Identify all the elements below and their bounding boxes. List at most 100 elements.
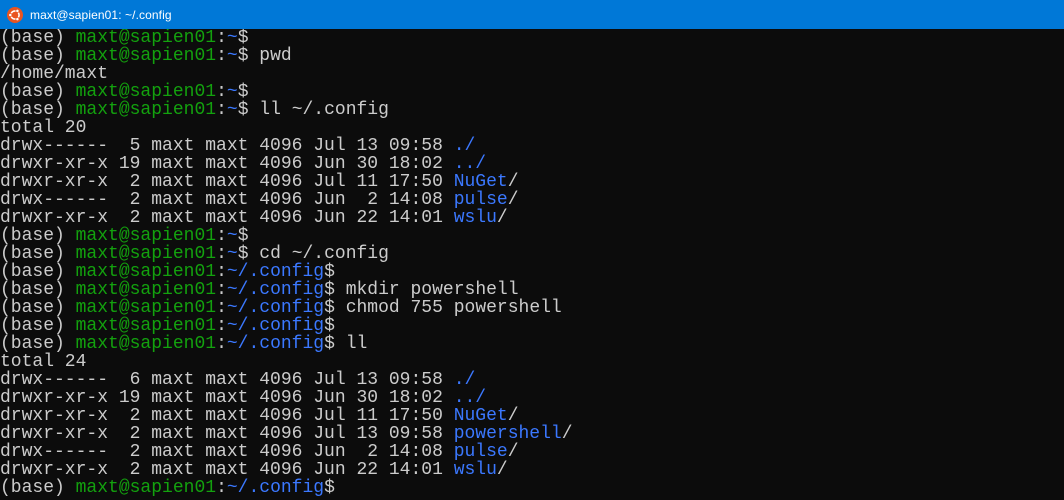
terminal-text-segment: powershell xyxy=(453,424,562,444)
terminal-text-segment: drwx------ 2 maxt maxt 4096 Jun 2 14:08 xyxy=(0,442,454,462)
terminal-line: (base) maxt@sapien01:~$ xyxy=(0,29,1064,47)
terminal-text-segment: : xyxy=(216,316,227,336)
terminal-line: (base) maxt@sapien01:~/.config$ ll xyxy=(0,335,1064,353)
terminal-text-segment: $ ll ~/.config xyxy=(237,100,389,120)
terminal-line: drwx------ 2 maxt maxt 4096 Jun 2 14:08 … xyxy=(0,191,1064,209)
terminal-text-segment: / xyxy=(507,406,519,426)
terminal-text-segment: (base) xyxy=(0,334,76,354)
terminal-text-segment: ~/.config xyxy=(226,298,325,318)
terminal-line: drwxr-xr-x 2 maxt maxt 4096 Jul 11 17:50… xyxy=(0,407,1064,425)
terminal-text-segment: / xyxy=(496,460,508,480)
terminal-text-segment: NuGet xyxy=(453,406,508,426)
terminal-text-segment: total 24 xyxy=(0,352,87,372)
terminal-text-segment: $ xyxy=(237,226,249,246)
terminal-text-segment: maxt@sapien01 xyxy=(75,226,217,246)
terminal-text-segment: (base) xyxy=(0,46,76,66)
terminal-text-segment: drwx------ 5 maxt maxt 4096 Jul 13 09:58 xyxy=(0,136,454,156)
terminal-text-segment: : xyxy=(216,82,227,102)
terminal-line: drwxr-xr-x 2 maxt maxt 4096 Jun 22 14:01… xyxy=(0,209,1064,227)
terminal-text-segment: drwxr-xr-x 2 maxt maxt 4096 Jun 22 14:01 xyxy=(0,460,454,480)
terminal-text-segment: : xyxy=(216,478,227,498)
terminal-text-segment: $ mkdir powershell xyxy=(324,280,519,300)
terminal-text-segment: total 20 xyxy=(0,118,87,138)
terminal-text-segment: pulse xyxy=(453,190,508,210)
terminal-text-segment: (base) xyxy=(0,316,76,336)
terminal-line: drwx------ 6 maxt maxt 4096 Jul 13 09:58… xyxy=(0,371,1064,389)
terminal-text-segment: maxt@sapien01 xyxy=(75,82,217,102)
ubuntu-icon xyxy=(7,6,23,23)
terminal-text-segment: maxt@sapien01 xyxy=(75,262,217,282)
terminal-text-segment: : xyxy=(216,226,227,246)
terminal-line: (base) maxt@sapien01:~$ xyxy=(0,83,1064,101)
terminal-text-segment: ../ xyxy=(453,154,487,174)
terminal-line: drwxr-xr-x 2 maxt maxt 4096 Jul 13 09:58… xyxy=(0,425,1064,443)
terminal-text-segment: maxt@sapien01 xyxy=(75,244,217,264)
title-bar[interactable]: maxt@sapien01: ~/.config xyxy=(0,0,1064,29)
terminal-text-segment: (base) xyxy=(0,244,76,264)
terminal-text-segment: ~/.config xyxy=(226,262,325,282)
terminal-line: (base) maxt@sapien01:~/.config$ xyxy=(0,479,1064,497)
terminal-text-segment: ~ xyxy=(226,100,238,120)
terminal-text-segment: pulse xyxy=(453,442,508,462)
terminal-text-segment: $ ll xyxy=(324,334,368,354)
terminal-line: drwxr-xr-x 2 maxt maxt 4096 Jul 11 17:50… xyxy=(0,173,1064,191)
terminal-line: (base) maxt@sapien01:~$ ll ~/.config xyxy=(0,101,1064,119)
terminal-text-segment: / xyxy=(507,172,519,192)
terminal-text-segment: (base) xyxy=(0,298,76,318)
terminal-text-segment: ~/.config xyxy=(226,280,325,300)
terminal-text-segment: NuGet xyxy=(453,172,508,192)
terminal-text-segment: drwxr-xr-x 2 maxt maxt 4096 Jul 11 17:50 xyxy=(0,406,454,426)
terminal-line: drwx------ 5 maxt maxt 4096 Jul 13 09:58… xyxy=(0,137,1064,155)
terminal-text-segment: : xyxy=(216,262,227,282)
terminal-text-segment: ./ xyxy=(453,136,476,156)
terminal-text-segment: (base) xyxy=(0,478,76,498)
terminal-text-segment: maxt@sapien01 xyxy=(75,100,217,120)
terminal-line: total 20 xyxy=(0,119,1064,137)
terminal-text-segment: : xyxy=(216,244,227,264)
terminal-line: drwxr-xr-x 2 maxt maxt 4096 Jun 22 14:01… xyxy=(0,461,1064,479)
terminal-text-segment: / xyxy=(507,442,519,462)
terminal-text-segment: maxt@sapien01 xyxy=(75,46,217,66)
window-title: maxt@sapien01: ~/.config xyxy=(30,7,172,22)
terminal-text-segment: ~/.config xyxy=(226,316,325,336)
terminal-line: drwx------ 2 maxt maxt 4096 Jun 2 14:08 … xyxy=(0,443,1064,461)
terminal-text-segment: wslu xyxy=(453,460,497,480)
terminal-text-segment: maxt@sapien01 xyxy=(75,334,217,354)
terminal-text-segment: ~/.config xyxy=(226,334,325,354)
terminal-text-segment: (base) xyxy=(0,82,76,102)
terminal-line: (base) maxt@sapien01:~/.config$ xyxy=(0,263,1064,281)
terminal-line: (base) maxt@sapien01:~$ pwd xyxy=(0,47,1064,65)
terminal-line: (base) maxt@sapien01:~/.config$ mkdir po… xyxy=(0,281,1064,299)
terminal-text-segment: $ cd ~/.config xyxy=(237,244,389,264)
terminal-line: drwxr-xr-x 19 maxt maxt 4096 Jun 30 18:0… xyxy=(0,389,1064,407)
terminal-text-segment: / xyxy=(561,424,573,444)
terminal-text-segment: ../ xyxy=(453,388,487,408)
terminal-text-segment: drwx------ 6 maxt maxt 4096 Jul 13 09:58 xyxy=(0,370,454,390)
terminal-text-segment: ~ xyxy=(226,82,238,102)
terminal-text-segment: / xyxy=(496,208,508,228)
terminal-text-segment: ~ xyxy=(226,244,238,264)
terminal-text-segment: (base) xyxy=(0,262,76,282)
terminal-text-segment: maxt@sapien01 xyxy=(75,280,217,300)
terminal-text-segment: drwxr-xr-x 2 maxt maxt 4096 Jul 13 09:58 xyxy=(0,424,454,444)
terminal-text-segment: ~/.config xyxy=(226,478,325,498)
terminal-text-segment: (base) xyxy=(0,100,76,120)
terminal-line: (base) maxt@sapien01:~/.config$ chmod 75… xyxy=(0,299,1064,317)
terminal-text-segment: /home/maxt xyxy=(0,64,109,84)
terminal-line: /home/maxt xyxy=(0,65,1064,83)
terminal-text-segment: drwxr-xr-x 19 maxt maxt 4096 Jun 30 18:0… xyxy=(0,388,454,408)
terminal-text-segment: drwx------ 2 maxt maxt 4096 Jun 2 14:08 xyxy=(0,190,454,210)
terminal-window: maxt@sapien01: ~/.config (base) maxt@sap… xyxy=(0,0,1064,500)
terminal-output[interactable]: (base) maxt@sapien01:~$ (base) maxt@sapie… xyxy=(0,29,1064,500)
terminal-text-segment: : xyxy=(216,334,227,354)
terminal-text-segment: $ chmod 755 powershell xyxy=(324,298,562,318)
terminal-line: (base) maxt@sapien01:~/.config$ xyxy=(0,317,1064,335)
terminal-text-segment: : xyxy=(216,46,227,66)
terminal-line: (base) maxt@sapien01:~$ cd ~/.config xyxy=(0,245,1064,263)
terminal-text-segment: $ xyxy=(324,478,335,498)
terminal-line: drwxr-xr-x 19 maxt maxt 4096 Jun 30 18:0… xyxy=(0,155,1064,173)
terminal-text-segment: (base) xyxy=(0,280,76,300)
terminal-text-segment: maxt@sapien01 xyxy=(75,298,217,318)
terminal-text-segment: $ xyxy=(237,82,249,102)
terminal-text-segment: wslu xyxy=(453,208,497,228)
